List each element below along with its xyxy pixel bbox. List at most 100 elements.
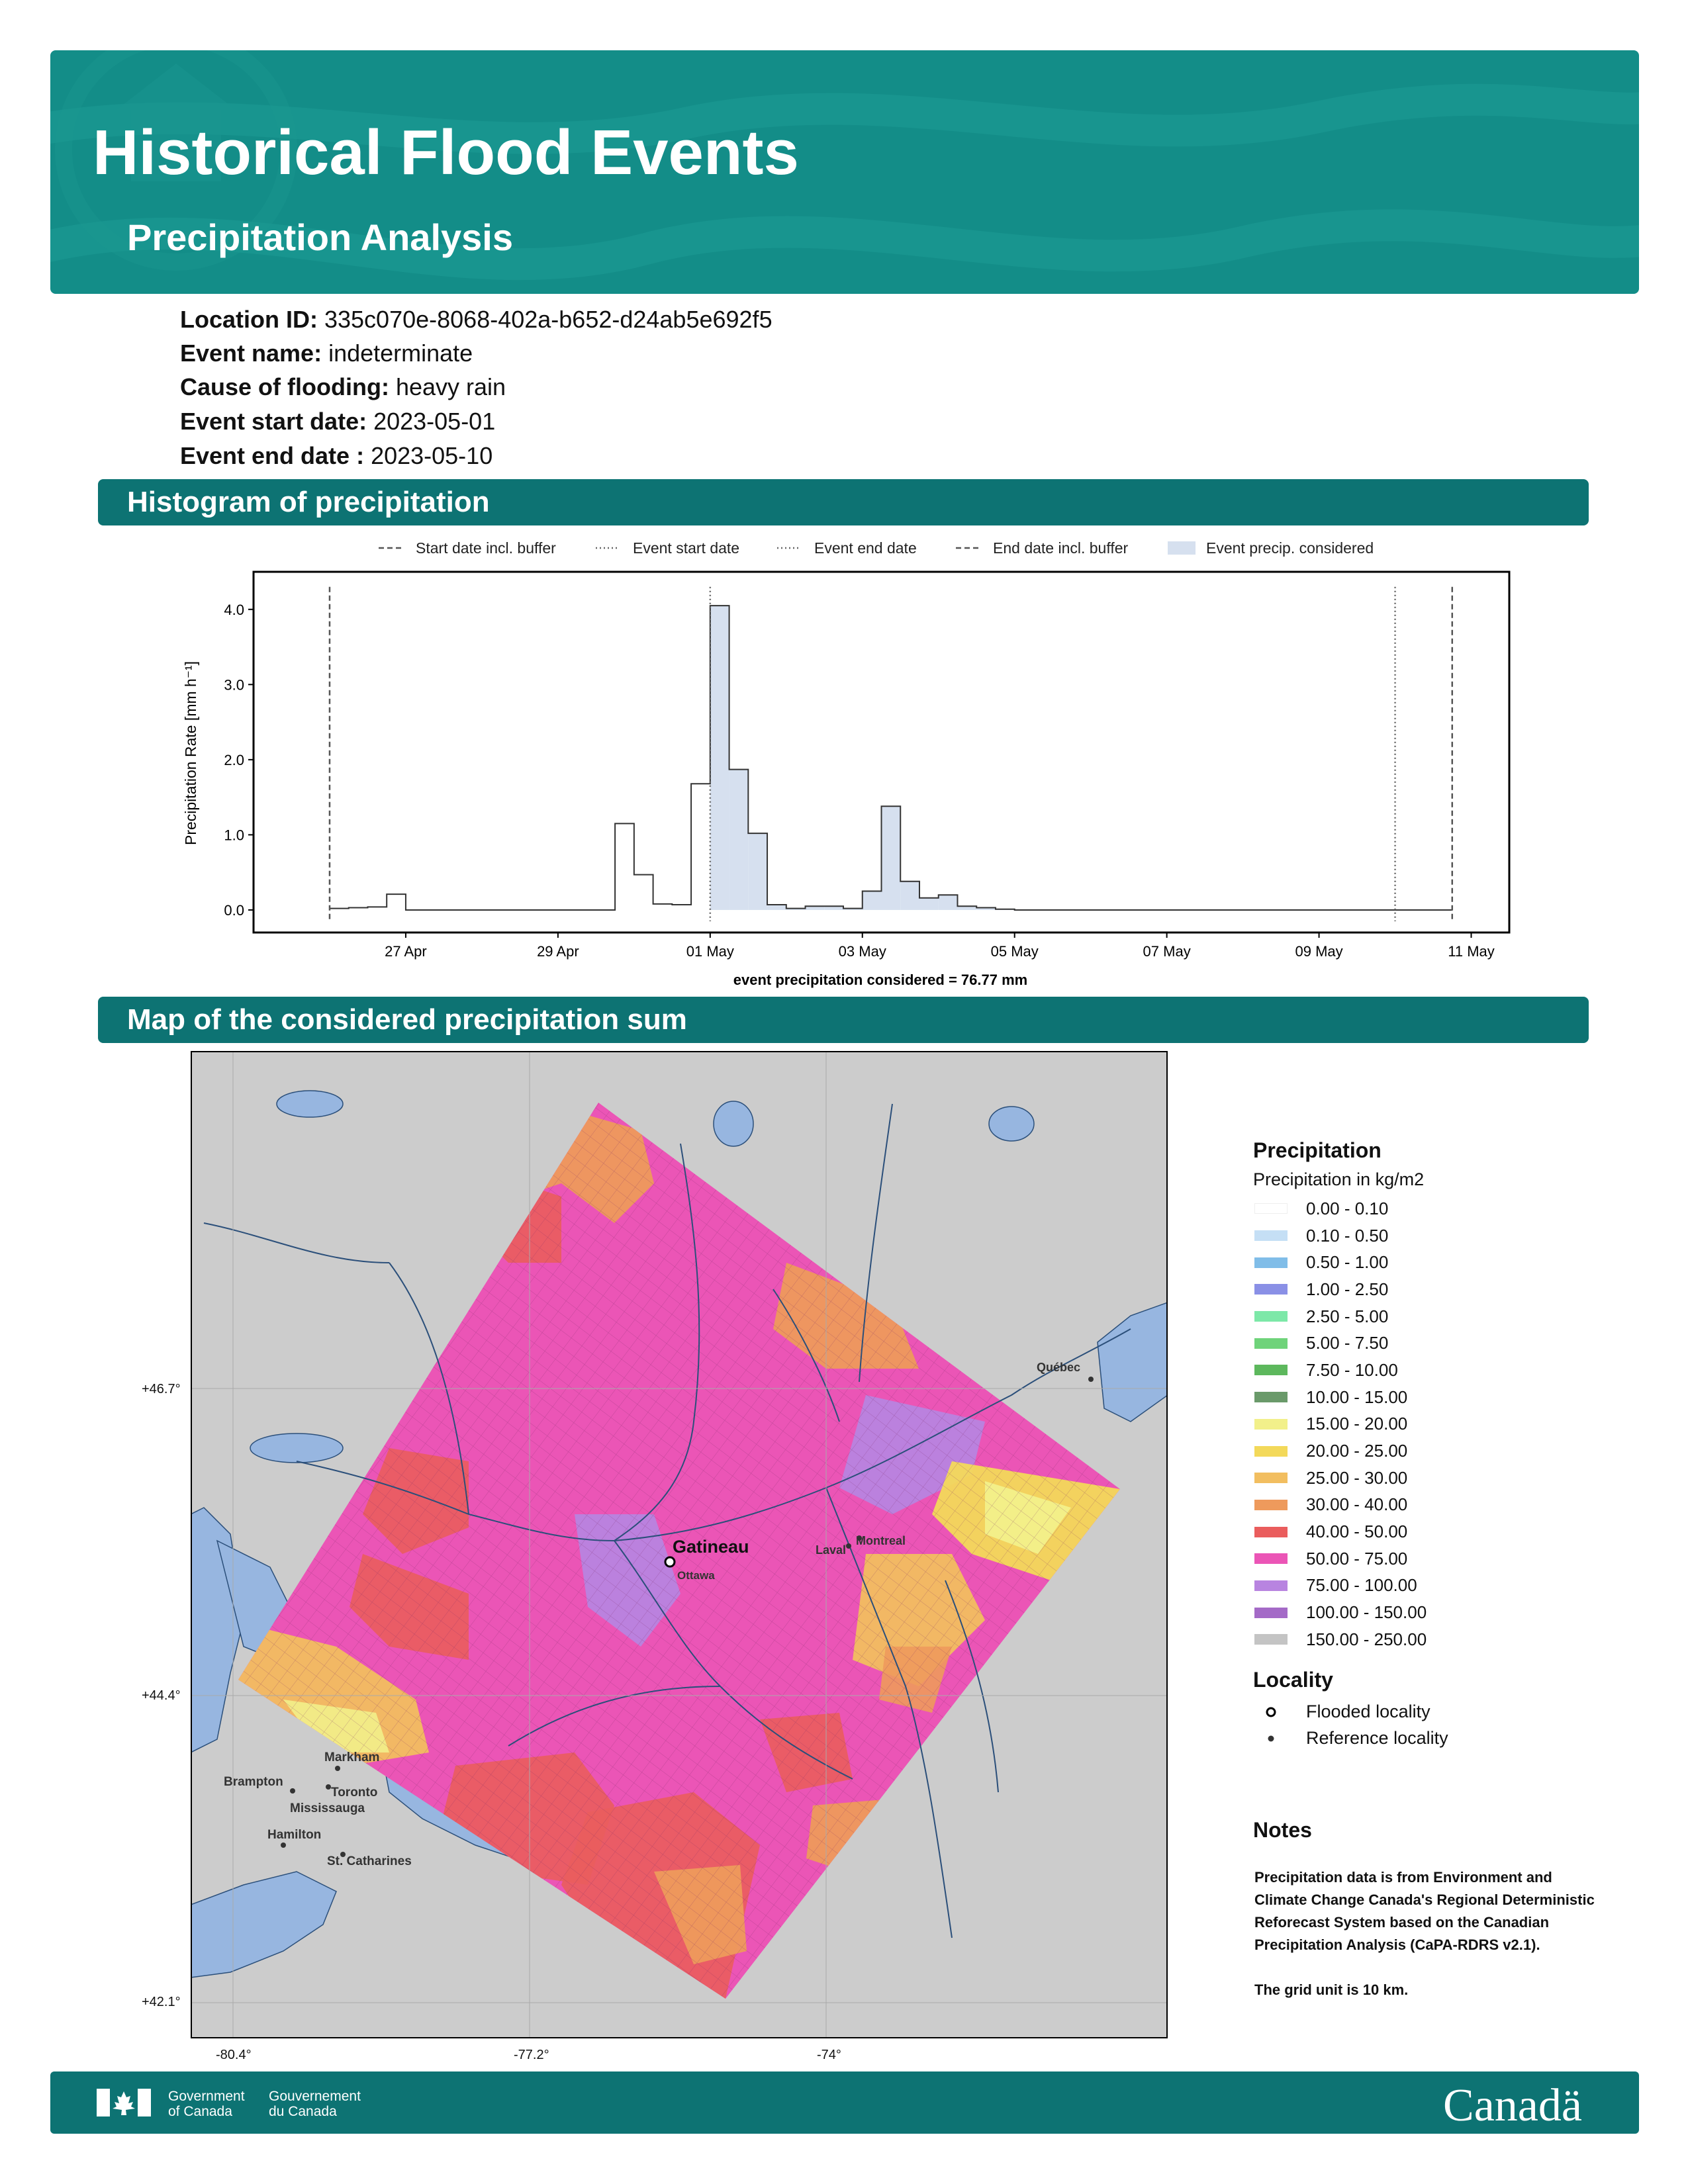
reference-locality-marker (326, 1784, 331, 1790)
legend-swatch (1254, 1203, 1288, 1214)
legend-considered: Event precip. considered (1206, 539, 1374, 557)
lon-label: -74° (817, 2048, 841, 2062)
canada-wordmark: Canadä (1443, 2080, 1582, 2131)
legend-item: 2.50 - 5.00 (1253, 1303, 1624, 1330)
legend-swatch (1254, 1607, 1288, 1618)
legend-item-label: 50.00 - 75.00 (1306, 1548, 1408, 1569)
reference-locality-marker (846, 1543, 851, 1549)
x-tick-label: 01 May (686, 943, 734, 960)
reference-locality-marker (290, 1788, 295, 1794)
lat-label: +46.7° (142, 1382, 181, 1396)
location-id-value: 335c070e-8068-402a-b652-d24ab5e692f5 (324, 306, 773, 333)
y-tick-label: 1.0 (224, 827, 244, 843)
histogram-bar (938, 895, 958, 910)
header-banner: Historical Flood Events Precipitation An… (50, 50, 1639, 294)
legend-swatch (1254, 1526, 1288, 1537)
legend-swatch (1254, 1284, 1288, 1295)
flooded-locality-icon (1254, 1706, 1288, 1718)
canada-flag-icon (97, 2089, 151, 2116)
y-axis-label: Precipitation Rate [mm h⁻¹] (182, 661, 199, 845)
legend-considered-swatch (1168, 541, 1196, 555)
north-lake-2 (713, 1101, 754, 1147)
legend-swatch (1254, 1499, 1288, 1510)
legend-event-start: Event start date (633, 539, 739, 557)
section-map: Map of the considered precipitation sum (98, 997, 1589, 1043)
reference-locality-icon (1254, 1733, 1288, 1745)
label-hamilton: Hamilton (267, 1828, 321, 1842)
start-date-value: 2023-05-01 (373, 408, 496, 435)
cause-label: Cause of flooding: (180, 373, 389, 400)
notes-paragraph: The grid unit is 10 km. (1254, 1981, 1409, 1998)
label-st-catharines: St. Catharines (327, 1854, 412, 1868)
legend-item: 0.10 - 0.50 (1253, 1222, 1624, 1250)
histogram-bar (900, 881, 919, 910)
end-date-value: 2023-05-10 (371, 442, 493, 469)
nw-lake (276, 1090, 344, 1118)
gov-fr-line: Gouvernement (269, 2089, 361, 2104)
legend-reference-locality: Reference locality (1253, 1725, 1624, 1752)
legend-item: 20.00 - 25.00 (1253, 1437, 1624, 1465)
legend-swatch (1254, 1580, 1288, 1591)
legend-item: 10.00 - 15.00 (1253, 1384, 1624, 1411)
reference-locality-marker (335, 1766, 340, 1771)
legend-item-label: 0.10 - 0.50 (1306, 1225, 1389, 1246)
event-name-label: Event name: (180, 340, 322, 367)
info-end-date: Event end date :2023-05-10 (180, 442, 492, 470)
histogram-bar (767, 904, 786, 910)
legend-swatch (1254, 1257, 1288, 1268)
lon-label: -80.4° (216, 2048, 252, 2062)
x-tick-label: 29 Apr (537, 943, 579, 960)
info-event-name: Event name: indeterminate (180, 340, 473, 367)
legend-item: 30.00 - 40.00 (1253, 1492, 1624, 1519)
histogram-bar (748, 833, 768, 910)
x-tick-label: 07 May (1143, 943, 1191, 960)
legend-item-label: 20.00 - 25.00 (1306, 1441, 1408, 1461)
x-axis-ticks: 27 Apr 29 Apr 01 May 03 May 05 May 07 Ma… (385, 933, 1495, 960)
legend-item: 0.50 - 1.00 (1253, 1249, 1624, 1276)
info-start-date: Event start date: 2023-05-01 (180, 408, 495, 435)
legend-subtitle: Precipitation in kg/m2 (1253, 1169, 1425, 1189)
lat-label: +44.4° (142, 1688, 181, 1703)
label-mississauga: Mississauga (290, 1801, 365, 1815)
notes-paragraph: Precipitation data is from Environment a… (1254, 1869, 1595, 1953)
legend-item-label: 25.00 - 30.00 (1306, 1467, 1408, 1488)
legend-swatch (1254, 1418, 1288, 1430)
gov-en-line: of Canada (168, 2104, 232, 2119)
north-lake (988, 1106, 1035, 1142)
legend-item: 0.00 - 0.10 (1253, 1195, 1624, 1222)
legend-item-label: 0.50 - 1.00 (1306, 1252, 1389, 1273)
lon-label: -77.2° (514, 2048, 549, 2062)
reference-locality-label: Reference locality (1306, 1728, 1448, 1749)
x-tick-label: 03 May (839, 943, 886, 960)
flooded-locality-marker (664, 1556, 676, 1568)
legend-swatch (1254, 1634, 1288, 1645)
location-id-label: Location ID: (180, 306, 318, 333)
gov-fr: Gouvernement du Canada (269, 2089, 361, 2119)
x-tick-label: 09 May (1295, 943, 1342, 960)
legend-item-label: 15.00 - 20.00 (1306, 1414, 1408, 1434)
gov-en-line: Government (168, 2089, 245, 2104)
legend-item: 25.00 - 30.00 (1253, 1465, 1624, 1492)
gov-fr-line: du Canada (269, 2104, 337, 2119)
cause-value: heavy rain (395, 373, 506, 400)
label-gatineau: Gatineau (673, 1537, 749, 1557)
map-legend: Precipitation Precipitation in kg/m2 0.0… (1253, 1138, 1624, 1752)
label-laval: Laval (816, 1543, 846, 1557)
y-tick-label: 3.0 (224, 676, 244, 693)
legend-item-label: 7.50 - 10.00 (1306, 1359, 1398, 1380)
legend-item-label: 5.00 - 7.50 (1306, 1333, 1389, 1353)
y-tick-label: 2.0 (224, 752, 244, 768)
reference-locality-marker (1088, 1377, 1094, 1382)
legend-items: 0.00 - 0.10 0.10 - 0.50 0.50 - 1.00 1.00… (1253, 1195, 1624, 1653)
legend-item-label: 150.00 - 250.00 (1306, 1629, 1427, 1649)
legend-start-buffer: Start date incl. buffer (416, 539, 556, 557)
event-name-value: indeterminate (328, 340, 473, 367)
legend-item: 75.00 - 100.00 (1253, 1572, 1624, 1600)
legend-swatch (1254, 1553, 1288, 1565)
precipitation-map: Gatineau Ottawa Québec Laval Montreal Ma… (191, 1051, 1168, 2038)
legend-item-label: 30.00 - 40.00 (1306, 1494, 1408, 1515)
legend-flooded-locality: Flooded locality (1253, 1699, 1624, 1725)
histogram-bar (919, 897, 939, 910)
legend-item: 40.00 - 50.00 (1253, 1518, 1624, 1545)
histogram-bar (710, 606, 729, 910)
